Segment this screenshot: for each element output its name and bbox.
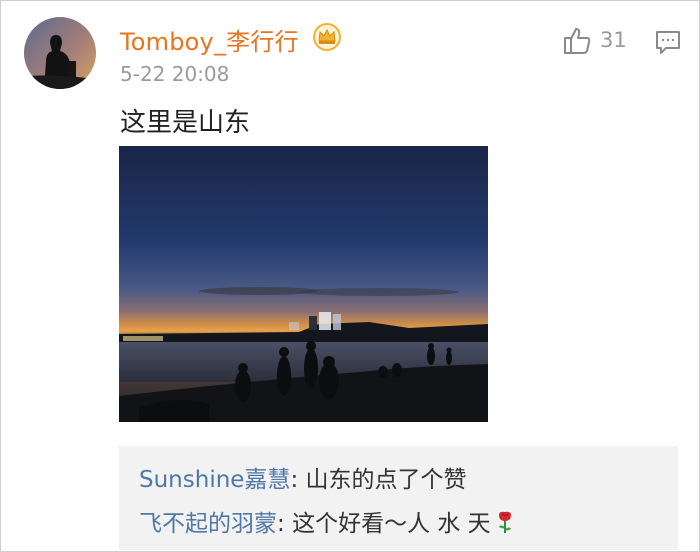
post-photo[interactable] xyxy=(119,146,488,422)
comment-user[interactable]: 飞不起的羽蒙 xyxy=(139,511,277,537)
post-text: 这里是山东 xyxy=(120,108,251,138)
comment-text: 山东的点了个赞 xyxy=(305,467,467,493)
comment-separator: : xyxy=(290,467,306,493)
comment-item: Sunshine嘉慧: 山东的点了个赞 xyxy=(139,460,467,494)
crown-badge-icon[interactable] xyxy=(312,22,342,52)
comment-user[interactable]: Sunshine嘉慧 xyxy=(139,467,290,493)
like-count: 31 xyxy=(600,28,627,52)
thumbs-up-icon[interactable] xyxy=(562,26,592,56)
comment-text: 这个好看～人 水 天 xyxy=(292,511,491,537)
avatar[interactable] xyxy=(24,17,96,89)
timestamp: 5-22 20:08 xyxy=(120,62,230,86)
rose-emoji-icon xyxy=(495,510,515,534)
comment-icon[interactable] xyxy=(654,28,682,56)
comment-separator: : xyxy=(277,511,293,537)
comment-item: 飞不起的羽蒙: 这个好看～人 水 天 xyxy=(139,504,515,538)
username[interactable]: Tomboy_李行行 xyxy=(120,22,299,57)
comments-panel: Sunshine嘉慧: 山东的点了个赞 飞不起的羽蒙: 这个好看～人 水 天 xyxy=(119,446,678,550)
